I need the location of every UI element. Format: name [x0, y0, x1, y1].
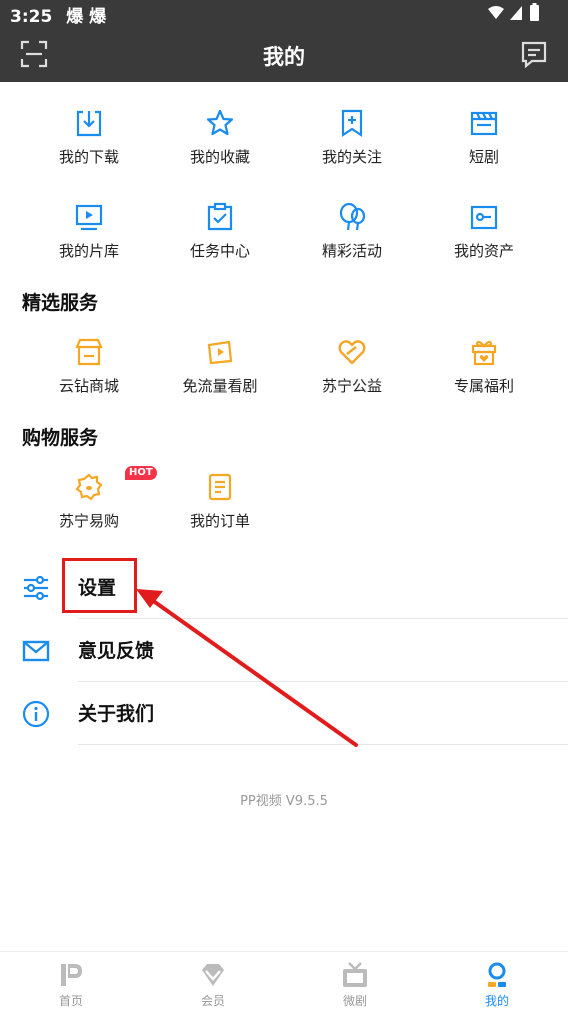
pp-logo-icon — [61, 964, 82, 986]
section-title-shopping: 购物服务 — [22, 427, 99, 449]
about-row[interactable]: 关于我们 — [0, 682, 568, 745]
notification-icons: 爆 爆 — [66, 7, 107, 27]
grid-item-following[interactable]: 我的关注 — [292, 108, 412, 188]
version-text: PP视频 V9.5.5 — [240, 794, 328, 809]
tab-mine[interactable]: 我的 — [426, 952, 568, 1013]
tv-icon — [343, 962, 367, 987]
bookmark-plus-icon — [341, 109, 363, 138]
grid-item-orders[interactable]: 我的订单 — [160, 472, 280, 552]
grid-item-library[interactable]: 我的片库 — [29, 202, 149, 282]
tab-home[interactable]: 首页 — [0, 952, 142, 1013]
clapperboard-icon — [470, 111, 498, 136]
grid-item-short-drama[interactable]: 短剧 — [424, 108, 544, 188]
star-icon — [206, 109, 234, 136]
download-icon — [76, 110, 102, 137]
grid-item-benefits[interactable]: 专属福利 — [424, 337, 544, 417]
diamond-icon — [202, 964, 224, 986]
task-clipboard-icon — [207, 202, 233, 231]
about-label: 关于我们 — [78, 703, 155, 725]
grid-item-favorites[interactable]: 我的收藏 — [160, 108, 280, 188]
grid-item-suning[interactable]: HOT 苏宁易购 — [29, 466, 157, 552]
tab-vip[interactable]: 会员 — [142, 952, 284, 1013]
grid-item-events[interactable]: 精彩活动 — [292, 202, 412, 282]
page-title: 我的 — [263, 45, 305, 69]
grid-item-free-data[interactable]: 免流量看剧 — [160, 337, 280, 417]
hot-badge: HOT — [125, 466, 157, 480]
suning-mascot-icon — [75, 473, 103, 501]
divider — [78, 744, 568, 745]
ticket-play-icon — [207, 340, 233, 365]
highlight-box — [62, 558, 137, 613]
balloon-icon — [339, 202, 366, 231]
info-icon — [22, 700, 50, 728]
feedback-row[interactable]: 意见反馈 — [0, 619, 568, 682]
grid-item-charity[interactable]: 苏宁公益 — [292, 337, 412, 417]
message-icon[interactable] — [520, 40, 548, 68]
heart-hands-icon — [338, 340, 366, 365]
grid-item-downloads[interactable]: 我的下载 — [29, 108, 149, 188]
grid-item-store[interactable]: 云钻商城 — [29, 337, 149, 417]
feedback-label: 意见反馈 — [78, 640, 155, 662]
store-icon — [75, 338, 103, 366]
user-icon — [488, 962, 506, 987]
signal-battery-icons — [488, 3, 539, 21]
wallet-icon — [470, 205, 498, 230]
status-bar: 3:25 爆 爆 — [0, 0, 568, 27]
video-library-icon — [75, 204, 103, 231]
settings-sliders-icon — [24, 575, 48, 601]
mail-icon — [22, 640, 50, 662]
tab-micro-drama[interactable]: 微剧 — [284, 952, 426, 1013]
gift-icon — [471, 340, 497, 366]
order-doc-icon — [208, 473, 232, 501]
section-title-featured: 精选服务 — [22, 292, 99, 314]
grid-item-assets[interactable]: 我的资产 — [424, 202, 544, 282]
grid-item-task-center[interactable]: 任务中心 — [160, 202, 280, 282]
bottom-tab-bar: 首页 会员 微剧 我的 — [0, 951, 568, 1012]
app-bar: 我的 — [0, 26, 568, 82]
status-time: 3:25 爆 爆 — [10, 7, 107, 27]
